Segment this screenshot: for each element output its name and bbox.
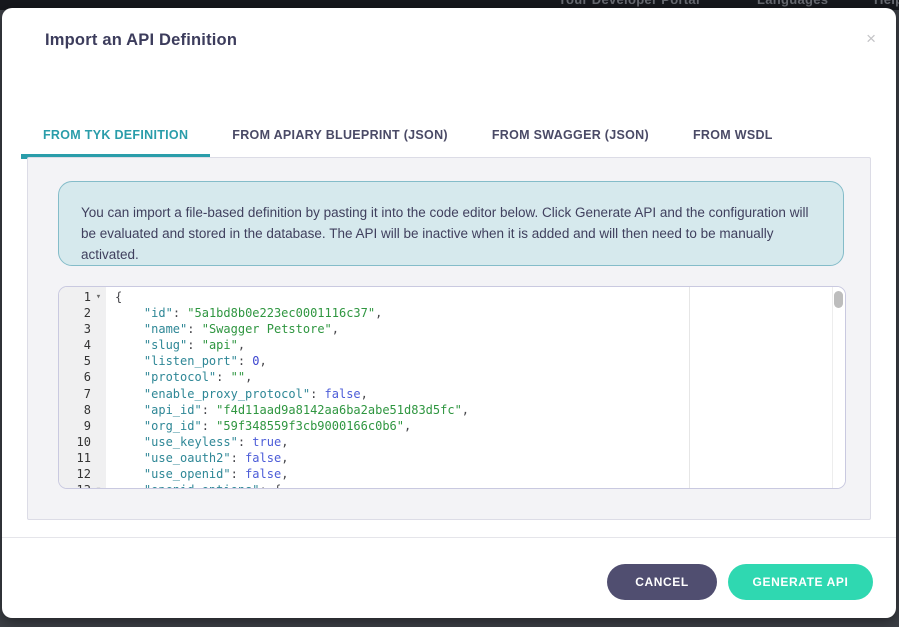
tab-from-swagger-json[interactable]: FROM SWAGGER (JSON): [470, 118, 671, 159]
print-margin-line: [689, 287, 690, 488]
gutter-line-8: 8: [59, 402, 106, 418]
cancel-button[interactable]: CANCEL: [607, 564, 717, 600]
editor-gutter: 1▾2345678910111213▾: [59, 287, 106, 488]
code-line-10: "use_keyless": true,: [115, 434, 832, 450]
code-line-8: "api_id": "f4d11aad9a8142aa6ba2abe51d83d…: [115, 402, 832, 418]
topbar-link-languages[interactable]: Languages: [757, 0, 828, 7]
line-number: 8: [59, 402, 91, 418]
line-number: 2: [59, 305, 91, 321]
fold-toggle-icon[interactable]: ▾: [91, 289, 106, 305]
code-line-11: "use_oauth2": false,: [115, 450, 832, 466]
line-number: 12: [59, 466, 91, 482]
gutter-line-4: 4: [59, 337, 106, 353]
line-number: 3: [59, 321, 91, 337]
code-line-1: {: [115, 289, 832, 305]
topbar-link-your-developer-portal[interactable]: Your Developer Portal: [558, 0, 700, 7]
line-number: 7: [59, 386, 91, 402]
code-editor[interactable]: 1▾2345678910111213▾ { "id": "5a1bd8b0e22…: [58, 286, 846, 489]
editor-scrollbar[interactable]: [832, 287, 845, 488]
line-number: 9: [59, 418, 91, 434]
code-line-9: "org_id": "59f348559f3cb9000166c0b6",: [115, 418, 832, 434]
tab-bar: FROM TYK DEFINITIONFROM APIARY BLUEPRINT…: [21, 118, 795, 159]
gutter-line-9: 9: [59, 418, 106, 434]
code-line-7: "enable_proxy_protocol": false,: [115, 386, 832, 402]
modal-footer: CANCEL GENERATE API: [607, 564, 873, 600]
line-number: 11: [59, 450, 91, 466]
gutter-line-13: 13▾: [59, 482, 106, 489]
code-line-12: "use_openid": false,: [115, 466, 832, 482]
tab-from-wsdl[interactable]: FROM WSDL: [671, 118, 795, 159]
code-line-13: "openid_options": {: [115, 482, 832, 489]
code-line-4: "slug": "api",: [115, 337, 832, 353]
editor-scrollbar-thumb[interactable]: [834, 291, 843, 308]
line-number: 6: [59, 369, 91, 385]
gutter-line-2: 2: [59, 305, 106, 321]
info-message: You can import a file-based definition b…: [58, 181, 844, 266]
tab-content-panel: You can import a file-based definition b…: [27, 157, 871, 520]
line-number: 5: [59, 353, 91, 369]
code-line-2: "id": "5a1bd8b0e223ec0001116c37",: [115, 305, 832, 321]
footer-divider: [2, 537, 896, 538]
generate-api-button[interactable]: GENERATE API: [728, 564, 873, 600]
editor-code[interactable]: { "id": "5a1bd8b0e223ec0001116c37", "nam…: [107, 287, 832, 488]
gutter-line-1: 1▾: [59, 289, 106, 305]
gutter-line-7: 7: [59, 386, 106, 402]
tab-from-tyk-definition[interactable]: FROM TYK DEFINITION: [21, 118, 210, 159]
gutter-line-5: 5: [59, 353, 106, 369]
gutter-line-10: 10: [59, 434, 106, 450]
modal-title: Import an API Definition: [45, 31, 237, 50]
import-api-modal: Import an API Definition × FROM TYK DEFI…: [2, 8, 896, 618]
fold-toggle-icon[interactable]: ▾: [91, 482, 106, 489]
close-icon[interactable]: ×: [866, 30, 876, 47]
gutter-line-11: 11: [59, 450, 106, 466]
line-number: 10: [59, 434, 91, 450]
line-number: 4: [59, 337, 91, 353]
topbar-link-help[interactable]: Help: [874, 0, 899, 7]
info-message-text: You can import a file-based definition b…: [81, 202, 821, 265]
tab-from-apiary-blueprint-json[interactable]: FROM APIARY BLUEPRINT (JSON): [210, 118, 470, 159]
gutter-line-3: 3: [59, 321, 106, 337]
line-number: 1: [59, 289, 91, 305]
code-line-3: "name": "Swagger Petstore",: [115, 321, 832, 337]
line-number: 13: [59, 482, 91, 489]
code-line-5: "listen_port": 0,: [115, 353, 832, 369]
gutter-line-12: 12: [59, 466, 106, 482]
code-line-6: "protocol": "",: [115, 369, 832, 385]
gutter-line-6: 6: [59, 369, 106, 385]
